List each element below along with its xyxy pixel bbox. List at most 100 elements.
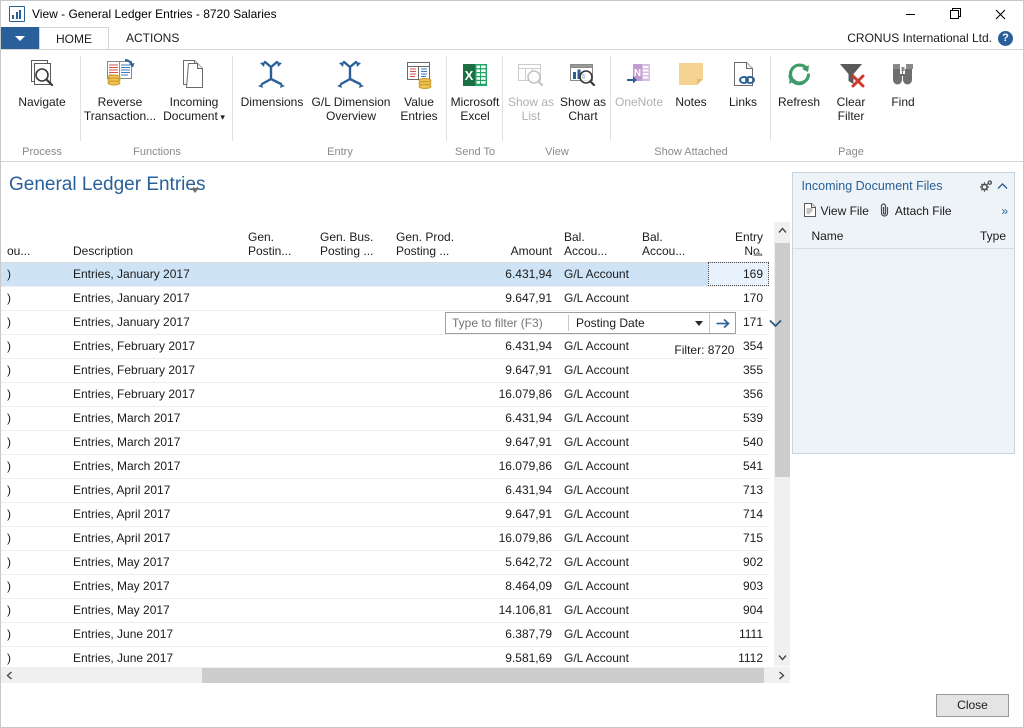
cell-gen_posting[interactable] (242, 646, 314, 666)
cell-entry_no[interactable]: 540 (708, 430, 769, 455)
cell-bal_account_type[interactable]: G/L Account (558, 526, 636, 551)
cell-description[interactable]: Entries, May 2017 (67, 550, 242, 575)
cell-gen_prod_posting[interactable] (390, 574, 470, 599)
scroll-up-button[interactable] (774, 222, 791, 239)
cell-description[interactable]: Entries, April 2017 (67, 526, 242, 551)
attach-file-button[interactable]: Attach File (876, 202, 955, 221)
apply-filter-button[interactable] (709, 313, 735, 333)
column-header-gen_posting[interactable]: Gen. Postin... (242, 222, 314, 263)
scroll-left-button[interactable] (1, 667, 18, 683)
cell-bal_account_no[interactable] (636, 526, 708, 551)
cell-entry_no[interactable]: 541 (708, 454, 769, 479)
cell-gen_posting[interactable] (242, 310, 314, 335)
cell-amount[interactable]: 6.431,94 (470, 334, 558, 359)
cell-description[interactable]: Entries, May 2017 (67, 598, 242, 623)
horizontal-scroll-track[interactable] (18, 667, 773, 683)
cell-gen_prod_posting[interactable] (390, 286, 470, 311)
cell-account[interactable]: ) (1, 574, 67, 599)
cell-account[interactable]: ) (1, 646, 67, 666)
cell-bal_account_no[interactable] (636, 406, 708, 431)
cell-entry_no[interactable]: 715 (708, 526, 769, 551)
tab-actions[interactable]: ACTIONS (109, 27, 196, 49)
search-input[interactable] (446, 313, 568, 333)
cell-description[interactable]: Entries, January 2017 (67, 310, 242, 335)
cell-bal_account_no[interactable] (636, 430, 708, 455)
cell-gen_prod_posting[interactable] (390, 646, 470, 666)
cell-gen_bus_posting[interactable] (314, 430, 390, 455)
application-menu-button[interactable] (1, 27, 39, 49)
cell-bal_account_type[interactable]: G/L Account (558, 406, 636, 431)
cell-bal_account_no[interactable] (636, 454, 708, 479)
cell-account[interactable]: ) (1, 550, 67, 575)
cell-account[interactable]: ) (1, 358, 67, 383)
cell-gen_prod_posting[interactable] (390, 622, 470, 647)
cell-bal_account_type[interactable]: G/L Account (558, 334, 636, 359)
cell-gen_bus_posting[interactable] (314, 454, 390, 479)
notes-button[interactable]: Notes (665, 55, 717, 109)
vertical-scroll-thumb[interactable] (774, 243, 790, 477)
cell-entry_no[interactable]: 904 (708, 598, 769, 623)
cell-entry_no[interactable]: 1112 (708, 646, 769, 666)
gear-settings-icon[interactable] (979, 179, 993, 193)
cell-bal_account_no[interactable] (636, 382, 708, 407)
cell-account[interactable]: ) (1, 502, 67, 527)
vertical-scrollbar[interactable] (773, 222, 791, 666)
cell-amount[interactable]: 6.431,94 (470, 406, 558, 431)
cell-entry_no[interactable]: 713 (708, 478, 769, 503)
cell-bal_account_no[interactable] (636, 286, 708, 311)
table-row[interactable]: ) Entries, March 2017 9.647,91 G/L Account 5… (1, 430, 769, 455)
cell-gen_posting[interactable] (242, 526, 314, 551)
table-row[interactable]: ) Entries, April 2017 16.079,86 G/L Account… (1, 526, 769, 551)
cell-gen_bus_posting[interactable] (314, 622, 390, 647)
cell-gen_bus_posting[interactable] (314, 526, 390, 551)
cell-entry_no[interactable]: 1111 (708, 622, 769, 647)
cell-amount[interactable]: 6.387,79 (470, 622, 558, 647)
table-row[interactable]: ) Entries, May 2017 14.106,81 G/L Account 90… (1, 598, 769, 623)
cell-gen_posting[interactable] (242, 598, 314, 623)
refresh-button[interactable]: Refresh (773, 55, 825, 109)
cell-bal_account_type[interactable]: G/L Account (558, 286, 636, 311)
column-header-account[interactable]: ou... (1, 222, 67, 263)
cell-amount[interactable]: 9.647,91 (470, 286, 558, 311)
table-row[interactable]: ) Entries, February 2017 6.431,94 G/L Accou… (1, 334, 769, 359)
cell-bal_account_type[interactable]: G/L Account (558, 262, 636, 287)
cell-bal_account_no[interactable] (636, 550, 708, 575)
cell-description[interactable]: Entries, June 2017 (67, 646, 242, 666)
cell-amount[interactable]: 16.079,86 (470, 526, 558, 551)
cell-description[interactable]: Entries, January 2017 (67, 286, 242, 311)
cell-bal_account_type[interactable]: G/L Account (558, 454, 636, 479)
cell-bal_account_type[interactable]: G/L Account (558, 430, 636, 455)
cell-gen_prod_posting[interactable] (390, 478, 470, 503)
scroll-right-button[interactable] (773, 667, 790, 683)
cell-gen_posting[interactable] (242, 382, 314, 407)
cell-gen_posting[interactable] (242, 454, 314, 479)
dimensions-button[interactable]: Dimensions (235, 55, 309, 109)
cell-gen_bus_posting[interactable] (314, 646, 390, 666)
cell-bal_account_no[interactable] (636, 574, 708, 599)
cell-account[interactable]: ) (1, 454, 67, 479)
show-as-chart-button[interactable]: Show as Chart (557, 55, 609, 123)
cell-bal_account_type[interactable]: G/L Account (558, 382, 636, 407)
cell-gen_bus_posting[interactable] (314, 262, 390, 287)
cell-description[interactable]: Entries, February 2017 (67, 358, 242, 383)
value-entries-button[interactable]: Value Entries (393, 55, 445, 123)
filter-field-dropdown-button[interactable] (689, 313, 709, 333)
cell-bal_account_no[interactable] (636, 262, 708, 287)
factbox-more-actions-button[interactable]: » (1001, 204, 1010, 218)
maximize-button[interactable] (933, 1, 978, 27)
column-header-gen_bus_posting[interactable]: Gen. Bus. Posting ... (314, 222, 390, 263)
cell-bal_account_type[interactable]: G/L Account (558, 550, 636, 575)
cell-gen_prod_posting[interactable] (390, 262, 470, 287)
cell-gen_posting[interactable] (242, 406, 314, 431)
reverse-transaction-button[interactable]: Reverse Transaction... (83, 55, 157, 123)
cell-amount[interactable]: 9.581,69 (470, 646, 558, 666)
table-row[interactable]: ) Entries, February 2017 9.647,91 G/L Accou… (1, 358, 769, 383)
find-button[interactable]: Find (877, 55, 929, 109)
cell-bal_account_type[interactable]: G/L Account (558, 598, 636, 623)
column-header-entry_no[interactable]: Entry No. (708, 222, 769, 263)
table-row[interactable]: ) Entries, April 2017 9.647,91 G/L Account 7… (1, 502, 769, 527)
cell-gen_prod_posting[interactable] (390, 454, 470, 479)
cell-bal_account_type[interactable]: G/L Account (558, 478, 636, 503)
cell-gen_posting[interactable] (242, 478, 314, 503)
cell-gen_bus_posting[interactable] (314, 598, 390, 623)
